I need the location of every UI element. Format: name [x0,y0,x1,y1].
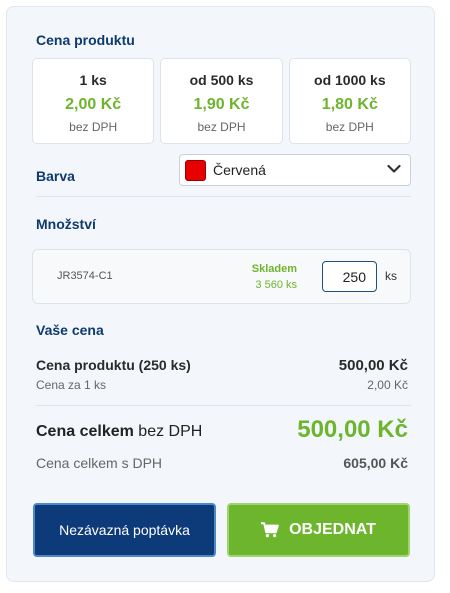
quantity-unit: ks [385,269,397,283]
tier-price: 2,00 Kč [65,96,122,113]
total-label-rest: bez DPH [133,423,203,440]
total-label-bold: Cena celkem [36,423,134,440]
color-selected-value: Červená [213,162,266,178]
price-tier-1000: od 1000 ks 1,80 Kč bez DPH [288,58,411,144]
quantity-label: Množství [36,216,96,232]
stock-count: 3 560 ks [255,279,297,291]
your-price-title: Vaše cena [36,322,104,338]
color-label: Barva [36,168,75,184]
total-value: 500,00 Kč [297,416,408,443]
product-line-value: 500,00 Kč [338,357,408,374]
tier-note: bez DPH [325,120,374,134]
color-select[interactable]: Červená [179,154,411,186]
total-vat-label: Cena celkem s DPH [36,455,163,471]
inquiry-button[interactable]: Nezávazná poptávka [33,503,216,557]
quantity-input[interactable] [322,261,377,292]
total-label: Cena celkem bez DPH [36,423,202,441]
chevron-down-icon [387,164,401,173]
quantity-row: JR3574-C1 Skladem 3 560 ks ks [32,249,411,304]
total-vat-value: 605,00 Kč [343,455,408,471]
product-price-title: Cena produktu [36,32,135,48]
color-swatch [185,159,206,181]
price-tier-1: 1 ks 2,00 Kč bez DPH [32,58,155,144]
tier-qty: od 500 ks [189,72,254,88]
stock-status: Skladem [251,263,297,275]
divider [36,196,411,197]
tier-qty: od 1000 ks [314,72,386,88]
unit-price-value: 2,00 Kč [367,378,408,392]
price-tier-500: od 500 ks 1,90 Kč bez DPH [160,58,283,144]
divider [36,405,411,406]
product-line-label: Cena produktu (250 ks) [36,357,191,373]
inquiry-button-label: Nezávazná poptávka [59,522,190,538]
tier-price: 1,90 Kč [193,96,250,113]
tier-note: bez DPH [69,120,118,134]
product-sku: JR3574-C1 [57,270,113,282]
tier-qty: 1 ks [79,72,107,88]
tier-price: 1,80 Kč [321,96,378,113]
cart-icon [261,522,279,538]
order-button-label: OBJEDNAT [289,521,376,538]
price-tiers: 1 ks 2,00 Kč bez DPH od 500 ks 1,90 Kč b… [32,58,411,144]
unit-price-label: Cena za 1 ks [36,378,107,392]
order-button[interactable]: OBJEDNAT [227,503,410,557]
tier-note: bez DPH [197,120,246,134]
price-panel: Cena produktu 1 ks 2,00 Kč bez DPH od 50… [6,6,435,582]
